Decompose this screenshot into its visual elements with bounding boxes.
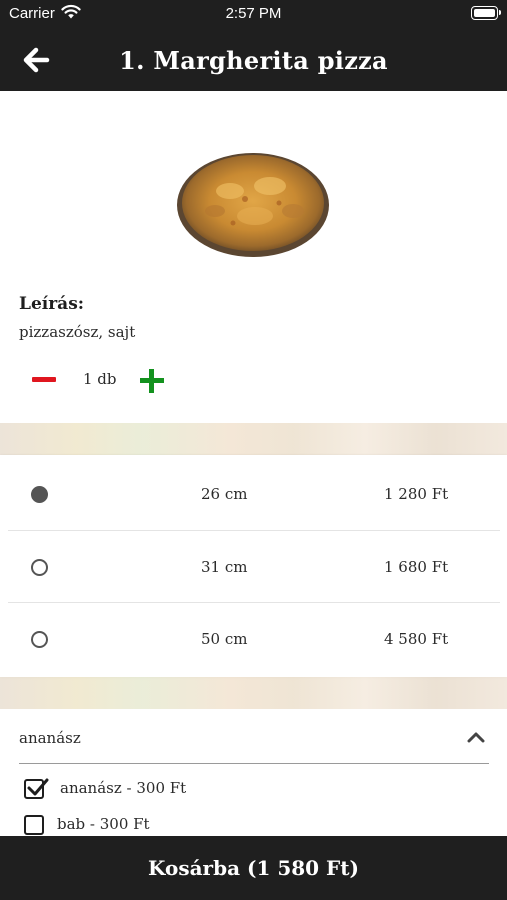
topping-group-header[interactable]: ananász bbox=[19, 709, 489, 764]
page-title: 1. Margherita pizza bbox=[119, 46, 388, 75]
status-bar: Carrier 2:57 PM bbox=[0, 0, 507, 28]
topping-group-title: ananász bbox=[19, 729, 81, 747]
size-options-card: 26 cm 1 280 Ft 31 cm 1 680 Ft 50 cm 4 58… bbox=[0, 455, 507, 677]
size-option[interactable]: 31 cm 1 680 Ft bbox=[8, 530, 500, 602]
checkbox-unchecked[interactable] bbox=[24, 815, 44, 835]
checkbox-checked[interactable] bbox=[24, 778, 49, 799]
battery-icon bbox=[471, 6, 501, 20]
topping-label: bab - 300 Ft bbox=[57, 815, 150, 833]
description-text: pizzaszósz, sajt bbox=[19, 323, 136, 341]
increase-quantity-button[interactable] bbox=[138, 367, 166, 395]
radio-unselected-icon[interactable] bbox=[31, 559, 48, 576]
toppings-section: ananász ananász - 300 Ft bab - 300 Ft bbox=[0, 709, 507, 836]
clock: 2:57 PM bbox=[225, 5, 282, 22]
background-image-strip bbox=[0, 423, 507, 455]
add-to-cart-label: Kosárba (1 580 Ft) bbox=[148, 856, 359, 880]
size-option[interactable]: 50 cm 4 580 Ft bbox=[8, 602, 500, 674]
size-price: 4 580 Ft bbox=[384, 630, 449, 648]
description-label: Leírás: bbox=[19, 294, 85, 314]
radio-unselected-icon[interactable] bbox=[31, 631, 48, 648]
checkmark-icon bbox=[27, 778, 49, 796]
size-price: 1 280 Ft bbox=[384, 485, 449, 503]
background-image-strip bbox=[0, 677, 507, 709]
pizza-image bbox=[177, 153, 329, 257]
chevron-up-icon[interactable] bbox=[467, 731, 485, 743]
radio-selected-icon[interactable] bbox=[31, 486, 48, 503]
decrease-quantity-button[interactable] bbox=[30, 367, 58, 391]
size-label: 31 cm bbox=[201, 558, 248, 576]
size-label: 50 cm bbox=[201, 630, 248, 648]
product-card: Leírás: pizzaszósz, sajt 1 db bbox=[0, 91, 507, 423]
minus-icon bbox=[32, 377, 56, 382]
nav-header: 1. Margherita pizza bbox=[0, 28, 507, 91]
quantity-value: 1 db bbox=[83, 370, 117, 388]
size-option[interactable]: 26 cm 1 280 Ft bbox=[8, 458, 500, 530]
topping-label: ananász - 300 Ft bbox=[60, 779, 187, 797]
add-to-cart-button[interactable]: Kosárba (1 580 Ft) bbox=[0, 836, 507, 900]
size-price: 1 680 Ft bbox=[384, 558, 449, 576]
size-label: 26 cm bbox=[201, 485, 248, 503]
